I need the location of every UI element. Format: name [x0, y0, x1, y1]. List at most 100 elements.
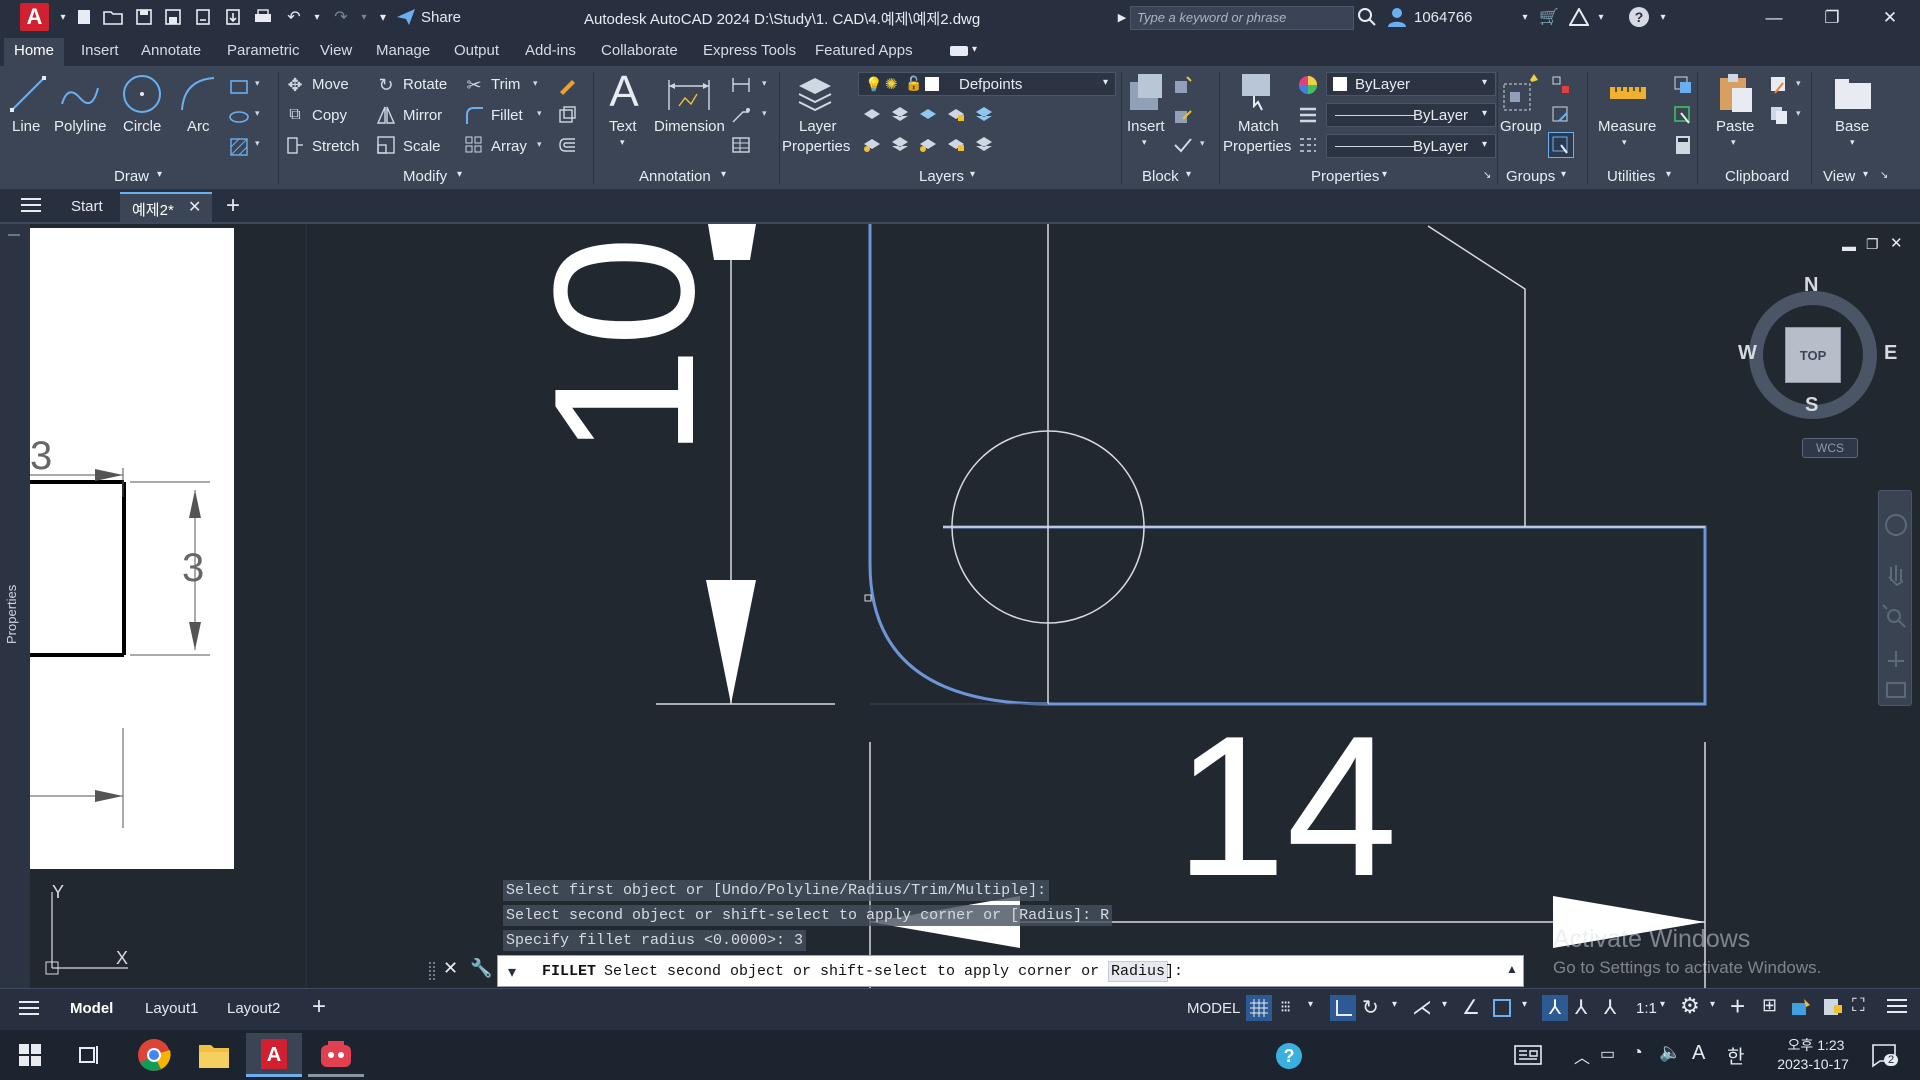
ime-mode-indicator[interactable]: A — [1692, 1042, 1705, 1065]
measure-button[interactable]: Measure — [1598, 118, 1656, 135]
pan-icon[interactable] — [1879, 561, 1913, 591]
dialog-launcher-icon[interactable]: ↘ — [1880, 170, 1888, 181]
taskbar-date[interactable]: 2023-10-17 — [1766, 1056, 1860, 1072]
tab-output[interactable]: Output — [454, 42, 499, 59]
clipboard-panel-title[interactable]: Clipboard — [1725, 168, 1789, 185]
tab-home[interactable]: Home — [14, 42, 54, 59]
chevron-down-icon[interactable]: ▾ — [1863, 169, 1868, 180]
layer-thaw-icon[interactable] — [918, 134, 938, 154]
chevron-down-icon[interactable]: ▾ — [1392, 999, 1397, 1010]
share-button[interactable]: Share — [421, 9, 461, 26]
tab-parametric[interactable]: Parametric — [227, 42, 300, 59]
volume-icon[interactable]: 🔈 — [1659, 1042, 1681, 1063]
annotation-scale-value[interactable]: 1:1 — [1636, 1000, 1657, 1017]
search-icon[interactable] — [1356, 6, 1378, 28]
groups-panel-title[interactable]: Groups — [1506, 168, 1555, 185]
layer-isolate-icon[interactable] — [890, 104, 910, 124]
isometric-drafting-icon[interactable]: ⋌ — [1412, 995, 1432, 1020]
help-icon[interactable]: ? — [1628, 6, 1650, 28]
leader-icon[interactable] — [730, 104, 752, 126]
chevron-down-icon[interactable]: ▾ — [1666, 169, 1671, 180]
lineweight-dropdown[interactable]: ByLayer ▾ — [1326, 103, 1496, 127]
new-layout-plus-icon[interactable]: + — [312, 993, 326, 1021]
tab-manage[interactable]: Manage — [376, 42, 430, 59]
layout-tab-layout1[interactable]: Layout1 — [145, 1000, 198, 1017]
active-file-tab[interactable]: 예제2* ✕ — [120, 192, 212, 222]
chevron-down-icon[interactable]: ▾ — [1710, 999, 1715, 1010]
block-panel-title[interactable]: Block — [1142, 168, 1179, 185]
help-taskbar-icon[interactable]: ? — [1275, 1042, 1303, 1070]
plot-icon[interactable] — [252, 6, 274, 28]
restore-button[interactable]: ❐ — [1812, 4, 1852, 32]
tab-start[interactable]: Start — [71, 198, 103, 215]
minimize-button[interactable]: — — [1754, 4, 1794, 32]
wcs-menu[interactable]: WCS — [1802, 438, 1858, 458]
command-line-grip-icon[interactable] — [428, 960, 438, 982]
chevron-down-icon[interactable]: ▾ — [157, 169, 162, 180]
chevron-down-icon[interactable]: ▾ — [1796, 108, 1801, 119]
quick-properties-icon[interactable] — [1790, 995, 1814, 1019]
chevron-down-icon[interactable]: ▾ — [255, 108, 260, 119]
rotate-button[interactable]: Rotate — [403, 76, 447, 93]
layer-unlock-icon[interactable] — [946, 134, 966, 154]
copy-clip-icon[interactable] — [1768, 104, 1790, 126]
match-properties-label-1[interactable]: Match — [1238, 118, 1279, 135]
search-input[interactable]: Type a keyword or phrase — [1130, 6, 1354, 30]
new-file-icon[interactable] — [73, 6, 95, 28]
tab-view[interactable]: View — [320, 42, 352, 59]
chevron-down-icon[interactable]: ▾ — [1186, 169, 1191, 180]
save-icon[interactable] — [133, 6, 155, 28]
language-indicator[interactable]: 한 — [1727, 1042, 1744, 1069]
close-icon[interactable]: ✕ — [188, 197, 201, 217]
insert-button[interactable]: Insert — [1127, 118, 1165, 135]
table-icon[interactable] — [730, 134, 752, 156]
polar-tracking-icon[interactable]: ↻ — [1362, 995, 1379, 1020]
color-dropdown[interactable]: ByLayer ▾ — [1326, 72, 1496, 96]
offset-icon[interactable] — [556, 134, 578, 156]
match-properties-label-2[interactable]: Properties — [1223, 138, 1291, 155]
command-input[interactable]: ▾ FILLET Select second object or shift-s… — [497, 955, 1524, 987]
chevron-down-icon[interactable]: ▾ — [255, 138, 260, 149]
explode-icon[interactable] — [556, 104, 578, 126]
tab-featured-apps[interactable]: Featured Apps — [815, 42, 913, 59]
compass-east[interactable]: E — [1884, 342, 1897, 365]
ribbon-minimize-toggle[interactable] — [950, 46, 968, 56]
layer-on-icon[interactable] — [862, 134, 882, 154]
text-button[interactable]: Text — [609, 118, 637, 135]
viewport-minimize-icon[interactable]: ▬ — [1842, 238, 1856, 254]
copy-button[interactable]: Copy — [312, 107, 347, 124]
save-as-icon[interactable] — [162, 6, 184, 28]
compass-south[interactable]: S — [1805, 394, 1818, 417]
circle-icon[interactable] — [120, 72, 164, 116]
command-close-icon[interactable]: ✕ — [443, 958, 458, 979]
color-wheel-icon[interactable] — [1297, 74, 1319, 96]
layout-tab-model[interactable]: Model — [70, 1000, 113, 1017]
mirror-button[interactable]: Mirror — [403, 107, 442, 124]
chevron-down-icon[interactable]: ▾ — [1660, 999, 1665, 1010]
erase-icon[interactable] — [556, 74, 578, 96]
autocad-app-menu-button[interactable]: A — [20, 3, 49, 31]
arc-icon[interactable] — [176, 72, 220, 116]
dialog-launcher-icon[interactable]: ↘ — [1483, 170, 1491, 181]
show-hidden-icons-chevron-icon[interactable]: ︿ — [1574, 1044, 1590, 1068]
file-explorer-icon[interactable] — [186, 1033, 242, 1077]
chevron-down-icon[interactable]: ▾ — [1561, 169, 1566, 180]
stretch-button[interactable]: Stretch — [312, 138, 360, 155]
trim-button[interactable]: Trim — [491, 76, 520, 93]
annotation-visibility-icon[interactable]: ⅄ — [1542, 995, 1568, 1021]
chevron-down-icon[interactable]: ▾ — [1442, 999, 1447, 1010]
dimension-button[interactable]: Dimension — [654, 118, 725, 135]
array-button[interactable]: Array — [491, 138, 527, 155]
chevron-down-icon[interactable]: ▾ — [721, 169, 726, 180]
draw-panel-title[interactable]: Draw — [114, 168, 149, 185]
chevron-down-icon[interactable]: ▾ — [620, 137, 625, 148]
layers-panel-title[interactable]: Layers — [919, 168, 964, 185]
chevron-down-icon[interactable]: ▾ — [457, 169, 462, 180]
chevron-down-icon[interactable]: ▾ — [1590, 6, 1612, 28]
save-to-web-icon[interactable] — [222, 6, 244, 28]
layer-properties-label-1[interactable]: Layer — [799, 118, 837, 135]
tab-insert[interactable]: Insert — [81, 42, 119, 59]
layer-off-icon[interactable] — [862, 104, 882, 124]
autodesk-app-store-icon[interactable] — [1568, 6, 1590, 28]
hatch-icon[interactable] — [226, 136, 252, 158]
